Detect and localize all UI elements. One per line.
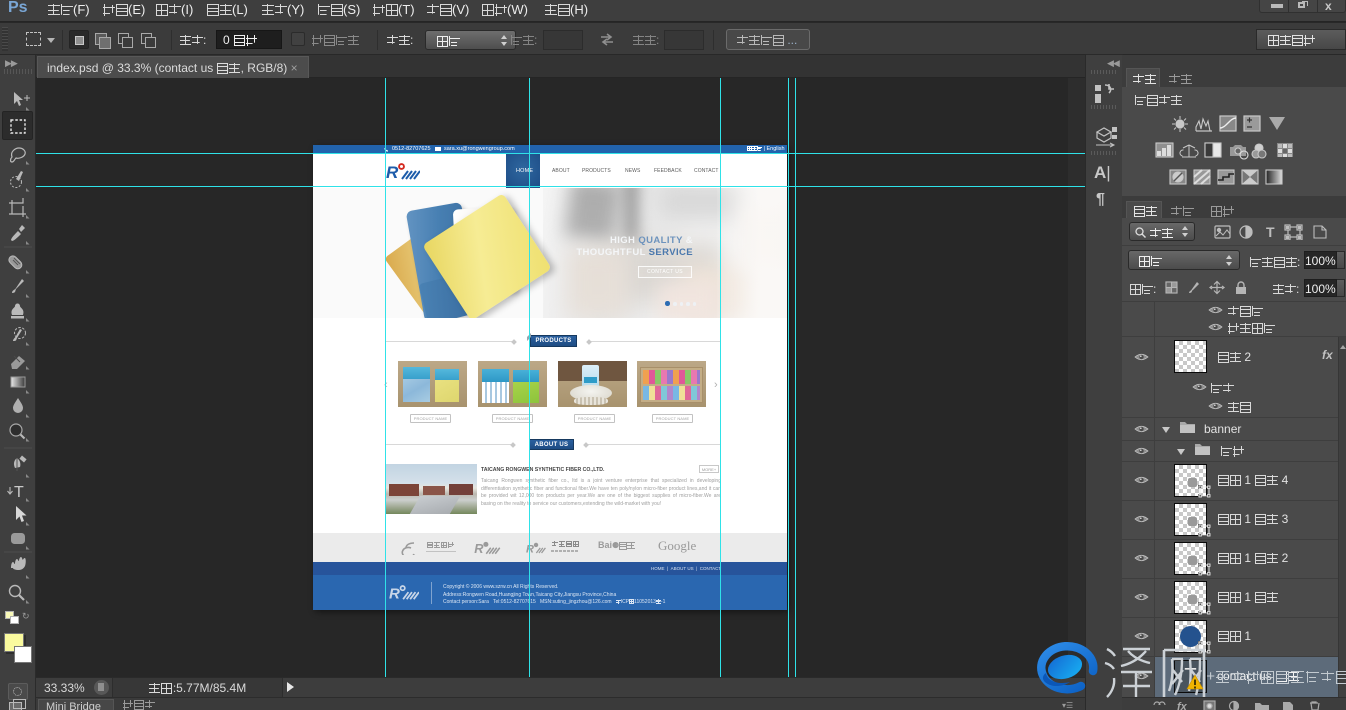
svg-text:T: T (14, 484, 24, 501)
svg-text:R: R (389, 585, 400, 602)
svg-text:fx: fx (1177, 701, 1188, 710)
svg-text:T: T (1266, 224, 1275, 240)
svg-text:R: R (526, 543, 534, 555)
svg-text:R: R (474, 541, 484, 556)
